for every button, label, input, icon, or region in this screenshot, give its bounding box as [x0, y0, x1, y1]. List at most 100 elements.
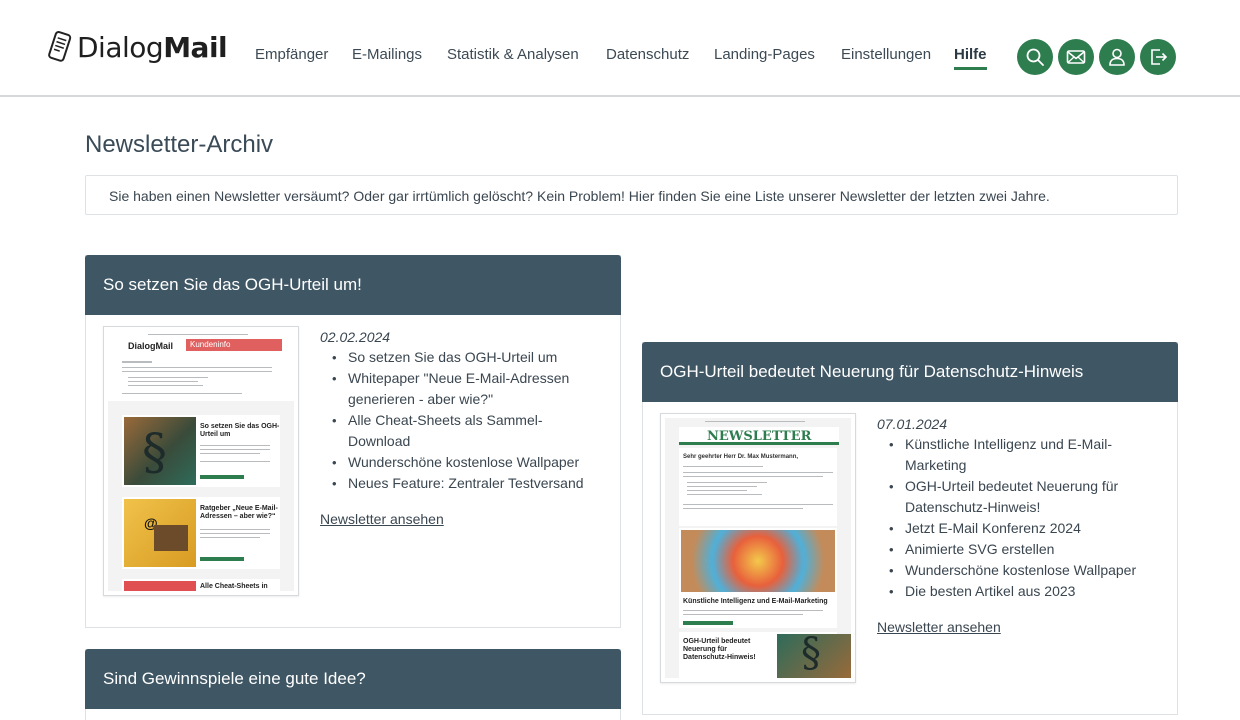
thumb-line	[200, 449, 270, 450]
thumb-banner: NEWSLETTER	[679, 427, 839, 445]
thumb-line	[687, 486, 757, 487]
newsletter-topics: So setzen Sie das OGH-Urteil um Whitepap…	[320, 347, 600, 494]
nav-item-hilfe-label: Hilfe	[954, 46, 987, 63]
thumb-greeting: Sehr geehrter Herr Dr. Max Mustermann,	[683, 454, 799, 460]
thumb-line	[687, 490, 747, 491]
thumb-line	[122, 393, 242, 394]
nav-item-empfaenger[interactable]: Empfänger	[255, 46, 328, 63]
topic-item: Animierte SVG erstellen	[877, 539, 1157, 560]
topic-item: Whitepaper "Neue E-Mail-Adressen generie…	[320, 368, 600, 410]
thumb-line	[683, 504, 833, 505]
topic-item: Künstliche Intelligenz und E-Mail-Market…	[877, 434, 1157, 476]
thumb-line	[122, 361, 152, 363]
thumb-intro-block: DialogMail Kundeninfo	[108, 331, 294, 401]
topic-item: Alle Cheat-Sheets als Sammel-Download	[320, 410, 600, 452]
logo-text: DialogMail	[77, 30, 228, 64]
box-shape	[154, 525, 188, 551]
topic-item: Wunderschöne kostenlose Wallpaper	[877, 560, 1157, 581]
paragraph-icon: §	[142, 423, 167, 481]
user-icon	[1109, 48, 1125, 66]
thumb-line	[128, 377, 208, 378]
thumb-brain-image	[681, 530, 835, 592]
thumb-image: §	[777, 630, 851, 678]
mail-button[interactable]	[1058, 39, 1094, 75]
newsletter-card: Sind Gewinnspiele eine gute Idee?	[85, 649, 621, 720]
topic-item: Wunderschöne kostenlose Wallpaper	[320, 452, 600, 473]
thumb-intro-block: Sehr geehrter Herr Dr. Max Mustermann,	[679, 448, 837, 526]
thumb-line	[683, 472, 833, 473]
card-title: Sind Gewinnspiele eine gute Idee?	[103, 669, 366, 688]
view-newsletter-link[interactable]: Newsletter ansehen	[877, 619, 1001, 635]
thumb-banner-text: NEWSLETTER	[707, 429, 812, 444]
thumb-brand: DialogMail	[128, 341, 174, 351]
card-header: OGH-Urteil bedeutet Neuerung für Datensc…	[642, 342, 1178, 402]
thumb-line	[687, 494, 762, 495]
thumb-article-2: @ Ratgeber „Neue E-Mail-Adressen – aber …	[122, 497, 280, 569]
thumb-headline: Ratgeber „Neue E-Mail-Adressen – aber wi…	[200, 505, 278, 520]
thumb-article-1: § So setzen Sie das OGH-Urteil um	[122, 415, 280, 487]
thumb-headline: Alle Cheat-Sheets in neuer Version	[200, 583, 268, 590]
page-title: Newsletter-Archiv	[85, 131, 274, 158]
top-header: DialogMail Empfänger E-Mailings Statisti…	[0, 0, 1240, 97]
profile-button[interactable]	[1099, 39, 1135, 75]
search-button[interactable]	[1017, 39, 1053, 75]
card-title: So setzen Sie das OGH-Urteil um!	[103, 275, 362, 294]
newsletter-date: 07.01.2024	[877, 416, 948, 432]
thumb-image: §	[124, 417, 196, 485]
logout-icon	[1151, 49, 1168, 65]
card-header: Sind Gewinnspiele eine gute Idee?	[85, 649, 621, 709]
mail-icon	[1066, 50, 1086, 64]
nav-item-hilfe[interactable]: Hilfe	[954, 46, 987, 70]
thumb-line	[687, 482, 767, 483]
newsletter-thumbnail[interactable]: NEWSLETTER Sehr geehrter Herr Dr. Max Mu…	[660, 413, 856, 683]
thumb-headline: Künstliche Intelligenz und E-Mail-Market…	[683, 598, 828, 605]
view-newsletter-link[interactable]: Newsletter ansehen	[320, 511, 444, 527]
intro-text: Sie haben einen Newsletter versäumt? Ode…	[109, 188, 1050, 204]
thumb-line	[683, 508, 803, 509]
nav-item-landing-pages[interactable]: Landing-Pages	[714, 46, 815, 63]
thumb-image: @	[124, 499, 196, 567]
thumb-image	[124, 581, 196, 591]
thumb-line	[200, 533, 270, 534]
search-icon	[1026, 48, 1044, 66]
paragraph-icon: §	[801, 630, 821, 676]
newsletter-topics: Künstliche Intelligenz und E-Mail-Market…	[877, 434, 1157, 602]
thumb-article-1: Künstliche Intelligenz und E-Mail-Market…	[679, 528, 837, 628]
newsletter-card: OGH-Urteil bedeutet Neuerung für Datensc…	[642, 342, 1178, 715]
thumb-button	[200, 557, 244, 561]
thumb-line	[683, 610, 823, 611]
newsletter-thumbnail[interactable]: DialogMail Kundeninfo § So setzen Sie da…	[103, 326, 299, 596]
newsletter-date: 02.02.2024	[320, 329, 391, 345]
nav-item-datenschutz[interactable]: Datenschutz	[606, 46, 689, 63]
topic-item: Neues Feature: Zentraler Testversand	[320, 473, 600, 494]
card-header: So setzen Sie das OGH-Urteil um!	[85, 255, 621, 315]
thumb-line	[122, 367, 272, 368]
thumb-tag: Kundeninfo	[190, 340, 231, 349]
thumb-line	[148, 334, 248, 335]
thumb-line	[683, 476, 823, 477]
nav-item-einstellungen[interactable]: Einstellungen	[841, 46, 931, 63]
topic-item: Jetzt E-Mail Konferenz 2024	[877, 518, 1157, 539]
active-nav-underline	[954, 67, 987, 70]
logo-icon	[48, 30, 72, 62]
thumb-headline: So setzen Sie das OGH-Urteil um	[200, 423, 280, 438]
thumb-article-2: OGH-Urteil bedeutet Neuerung für Datensc…	[679, 630, 851, 678]
newsletter-card: So setzen Sie das OGH-Urteil um! DialogM…	[85, 255, 621, 628]
thumb-line	[128, 385, 203, 386]
thumb-line	[128, 381, 198, 382]
thumbnail-preview: NEWSLETTER Sehr geehrter Herr Dr. Max Mu…	[665, 418, 851, 678]
intro-box: Sie haben einen Newsletter versäumt? Ode…	[85, 175, 1178, 215]
logout-button[interactable]	[1140, 39, 1176, 75]
card-title: OGH-Urteil bedeutet Neuerung für Datensc…	[660, 362, 1084, 381]
thumbnail-preview: DialogMail Kundeninfo § So setzen Sie da…	[108, 331, 294, 591]
thumb-headline: OGH-Urteil bedeutet Neuerung für Datensc…	[683, 638, 756, 661]
thumb-button	[683, 621, 733, 625]
thumb-line	[200, 461, 270, 462]
topic-item: So setzen Sie das OGH-Urteil um	[320, 347, 600, 368]
dialogmail-logo[interactable]: DialogMail	[46, 30, 228, 64]
thumb-tag-bar: Kundeninfo	[186, 339, 282, 351]
thumb-line	[200, 453, 260, 454]
nav-item-statistik[interactable]: Statistik & Analysen	[447, 46, 579, 63]
nav-item-e-mailings[interactable]: E-Mailings	[352, 46, 422, 63]
thumb-line	[122, 371, 272, 372]
